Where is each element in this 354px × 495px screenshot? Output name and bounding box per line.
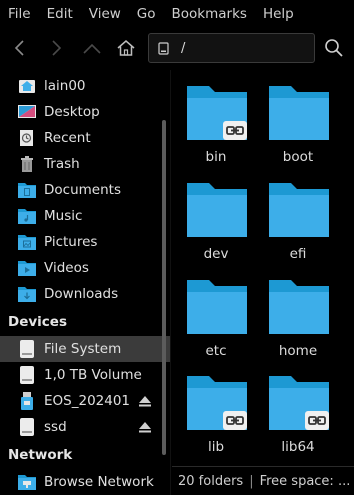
menubar: File Edit View Go Bookmarks Help [0,0,354,28]
search-button[interactable] [320,32,348,64]
sidebar-item-videos[interactable]: Videos [0,255,170,281]
folder-item-dev[interactable]: dev [176,171,256,267]
drive-icon [16,364,38,386]
chevron-up-icon [83,43,101,54]
folder-name: home [278,343,318,359]
network-folder-icon [16,471,38,493]
folder-name: dev [203,246,229,262]
folder-symlink-icon [187,376,247,430]
downloads-folder-icon [16,283,38,305]
pane-divider[interactable] [170,70,171,495]
folder-icon [269,183,329,237]
search-icon [325,39,343,57]
folder-view: bin boot dev efi etc home lib lib64 [172,70,354,460]
home-button[interactable] [112,32,140,64]
up-button[interactable] [78,32,106,64]
sidebar-item-ssd[interactable]: ssd [0,414,170,440]
folder-name: boot [282,149,314,165]
sidebar-item-label: Documents [44,182,121,198]
status-separator: | [249,473,254,489]
sidebar-item-label: Downloads [44,286,119,302]
sidebar-item-downloads[interactable]: Downloads [0,281,170,307]
sidebar-item-documents[interactable]: Documents [0,177,170,203]
sidebar-item-label: Music [44,208,83,224]
folder-icon [269,86,329,140]
sidebar-item-music[interactable]: Music [0,203,170,229]
folder-item-etc[interactable]: etc [176,268,256,364]
eject-icon[interactable] [138,420,152,438]
usb-drive-icon [16,390,38,412]
folder-symlink-icon [187,86,247,140]
toolbar: / [0,30,354,66]
desktop-icon [16,101,38,123]
pictures-folder-icon [16,231,38,253]
forward-button[interactable] [42,32,70,64]
music-folder-icon [16,205,38,227]
sidebar-item-recent[interactable]: Recent [0,125,170,151]
folder-name: efi [289,246,307,262]
eject-icon[interactable] [138,394,152,412]
sidebar-item-label: lain00 [44,78,86,94]
sidebar-item-label: Trash [44,156,80,172]
back-button[interactable] [6,32,34,64]
folder-name: bin [205,149,227,165]
folder-item-home[interactable]: home [258,268,338,364]
sidebar-item-browse-network[interactable]: Browse Network [0,469,170,495]
sidebar-item-label: Desktop [44,104,100,120]
drive-icon [16,416,38,438]
menu-file[interactable]: File [8,6,31,22]
user-home-icon [16,75,38,97]
recent-icon [16,127,38,149]
folder-icon [269,280,329,334]
status-bar: 20 folders | Free space: ... [172,466,354,495]
status-free-space: Free space: ... [259,473,351,489]
sidebar-item-label: ssd [44,419,67,435]
folder-name: lib64 [281,439,315,455]
sidebar-item-volume[interactable]: 1,0 TB Volume [0,362,170,388]
sidebar-item-eos-usb[interactable]: EOS_202401 [0,388,170,414]
folder-item-efi[interactable]: efi [258,171,338,267]
menu-edit[interactable]: Edit [47,6,73,22]
drive-icon [16,338,38,360]
sidebar: lain00 Desktop Recent Trash Documents Mu… [0,70,170,495]
chevron-left-icon [14,40,24,56]
menu-view[interactable]: View [89,6,121,22]
home-icon [117,40,135,56]
folder-icon [187,280,247,334]
folder-item-bin[interactable]: bin [176,74,256,170]
status-folder-count: 20 folders [178,473,244,489]
folder-symlink-icon [269,376,329,430]
sidebar-item-label: Videos [44,260,89,276]
sidebar-item-desktop[interactable]: Desktop [0,99,170,125]
sidebar-item-home[interactable]: lain00 [0,73,170,99]
location-path: / [181,40,186,56]
menu-go[interactable]: Go [137,6,156,22]
sidebar-item-label: Pictures [44,234,98,250]
sidebar-item-pictures[interactable]: Pictures [0,229,170,255]
sidebar-scrollbar[interactable] [162,120,166,455]
documents-folder-icon [16,179,38,201]
folder-name: etc [205,343,227,359]
folder-name: lib [207,439,225,455]
devices-header: Devices [8,314,67,330]
videos-folder-icon [16,257,38,279]
folder-icon [187,183,247,237]
network-header: Network [8,447,73,463]
sidebar-item-label: Recent [44,130,91,146]
menu-bookmarks[interactable]: Bookmarks [172,6,247,22]
folder-item-lib[interactable]: lib [176,364,256,460]
location-bar[interactable]: / [148,33,315,63]
chevron-right-icon [52,40,62,56]
sidebar-item-label: EOS_202401 [44,393,131,409]
drive-icon [157,41,171,55]
folder-item-boot[interactable]: boot [258,74,338,170]
sidebar-item-trash[interactable]: Trash [0,151,170,177]
sidebar-item-label: 1,0 TB Volume [44,367,142,383]
menu-help[interactable]: Help [263,6,294,22]
sidebar-item-file-system[interactable]: File System [0,336,170,362]
sidebar-item-label: Browse Network [44,474,154,490]
trash-icon [16,153,38,175]
folder-item-lib64[interactable]: lib64 [258,364,338,460]
sidebar-item-label: File System [44,341,122,357]
